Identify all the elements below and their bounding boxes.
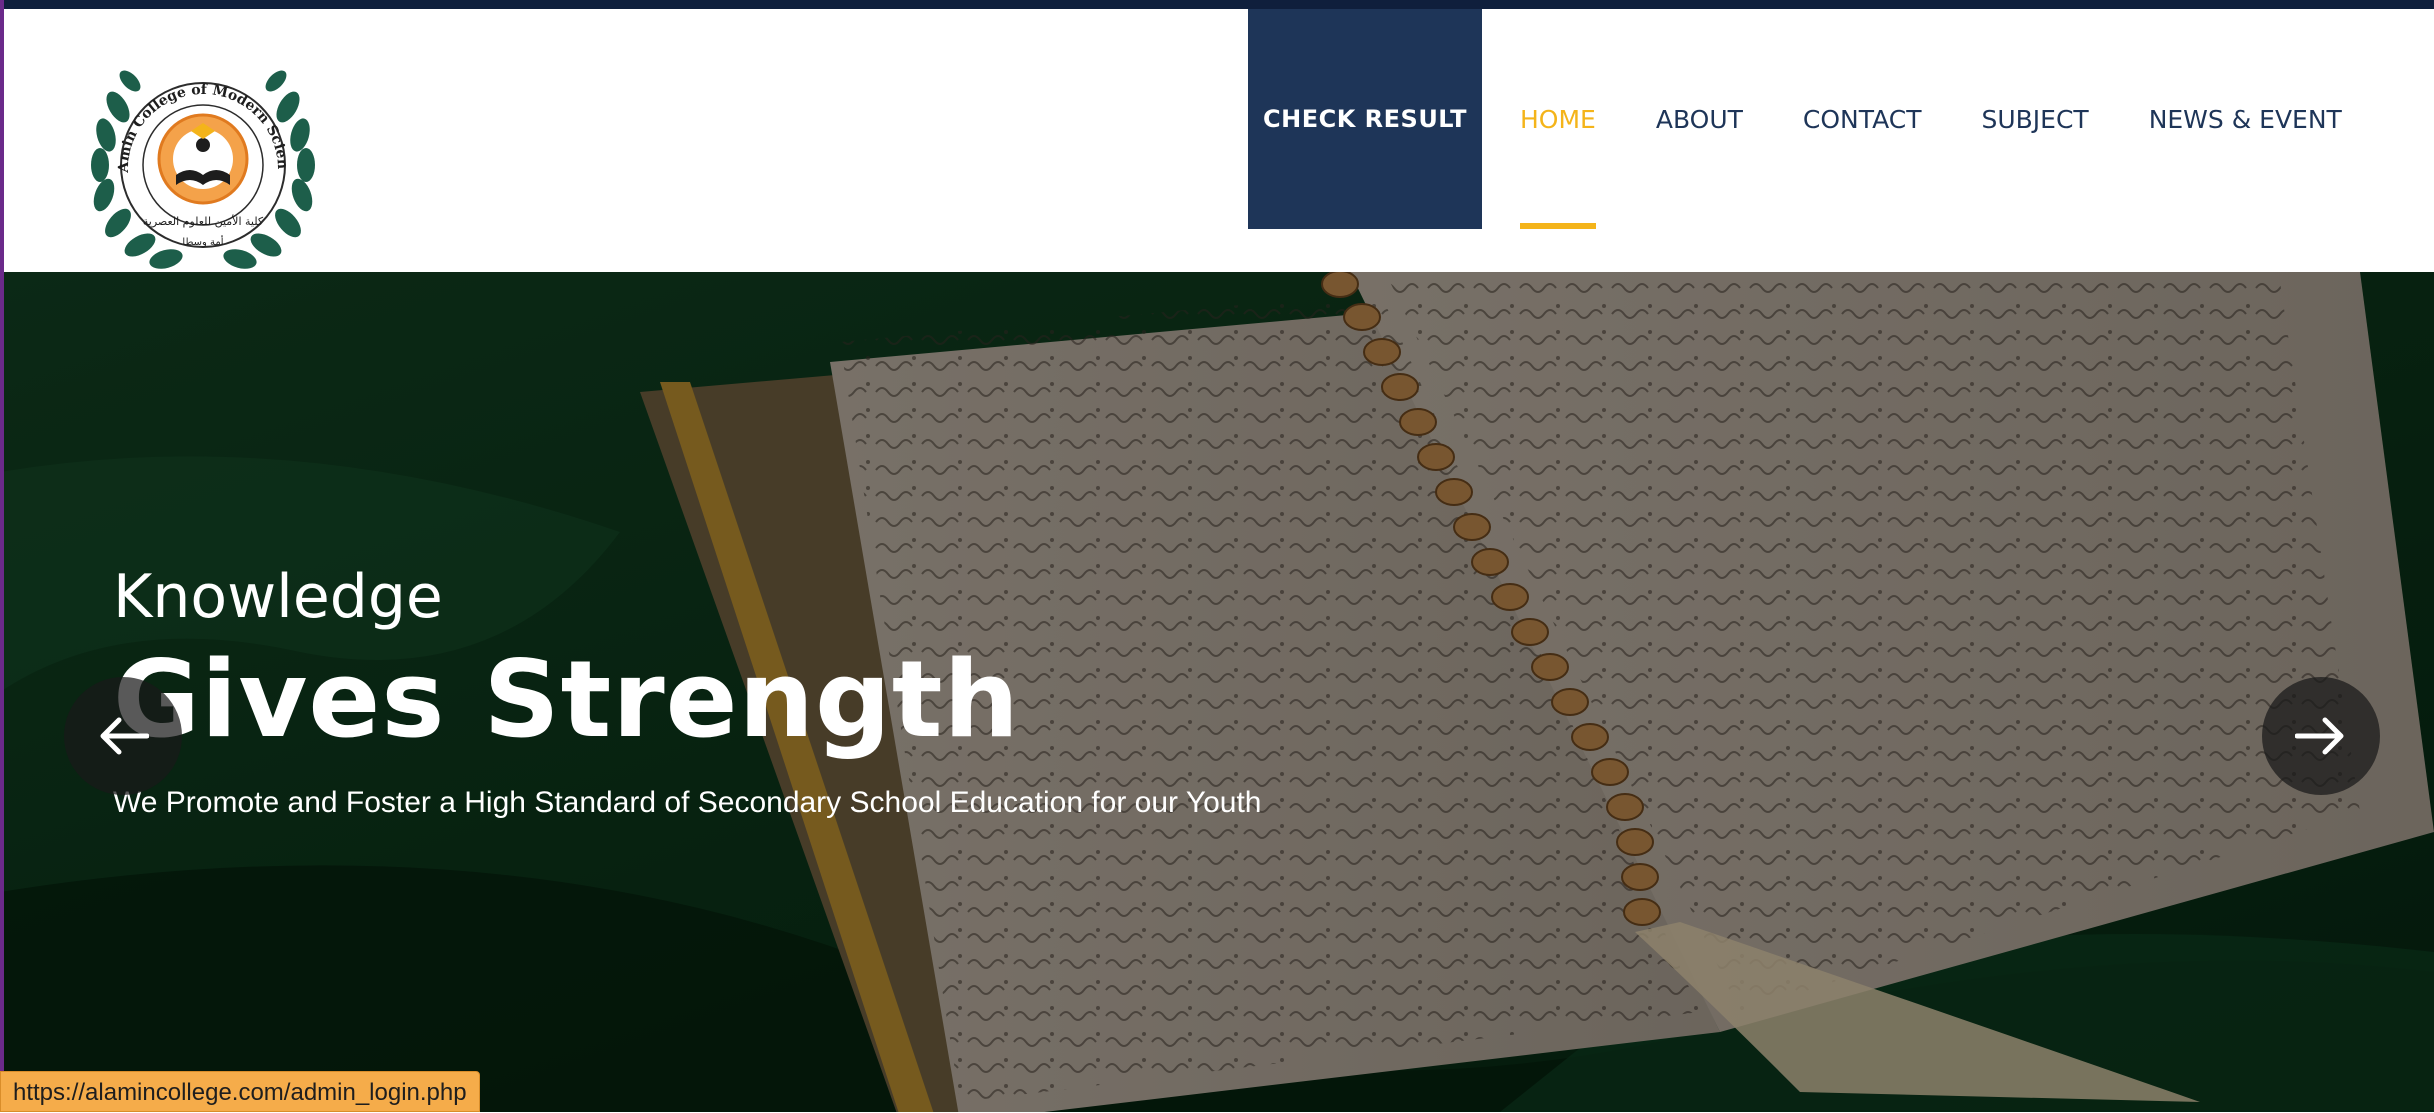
slider-next-button[interactable] — [2262, 677, 2380, 795]
nav-item-contact[interactable]: CONTACT — [1803, 9, 1922, 229]
site-header: El-Amin College of Modern Sciences كلية … — [0, 9, 2434, 272]
svg-text:كلية الأمين للعلوم العصرية: كلية الأمين للعلوم العصرية — [143, 214, 264, 228]
svg-text:أمة وسطا: أمة وسطا — [182, 235, 223, 248]
nav-item-news-event[interactable]: NEWS & EVENT — [2149, 9, 2342, 229]
nav-item-about[interactable]: ABOUT — [1656, 9, 1743, 229]
hero-title: Gives Strength — [113, 638, 1020, 761]
check-result-button[interactable]: CHECK RESULT — [1248, 9, 1482, 229]
main-nav: HOME ABOUT CONTACT SUBJECT NEWS & EVENT — [1520, 9, 2342, 229]
hero-tagline: We Promote and Foster a High Standard of… — [113, 786, 1262, 819]
college-logo[interactable]: El-Amin College of Modern Sciences كلية … — [78, 47, 328, 283]
browser-status-url: https://alamincollege.com/admin_login.ph… — [0, 1071, 480, 1112]
arrow-left-icon — [100, 717, 149, 755]
top-accent-bar — [0, 0, 2434, 9]
nav-item-subject[interactable]: SUBJECT — [1981, 9, 2088, 229]
hero-slider: Knowledge Gives Strength We Promote and … — [0, 272, 2434, 1112]
window-left-edge — [0, 0, 4, 1112]
nav-item-home[interactable]: HOME — [1520, 9, 1596, 229]
hero-caption: Knowledge Gives Strength We Promote and … — [113, 562, 1261, 820]
slider-prev-button[interactable] — [64, 677, 182, 795]
hero-kicker: Knowledge — [113, 562, 443, 632]
arrow-right-icon — [2295, 717, 2344, 755]
